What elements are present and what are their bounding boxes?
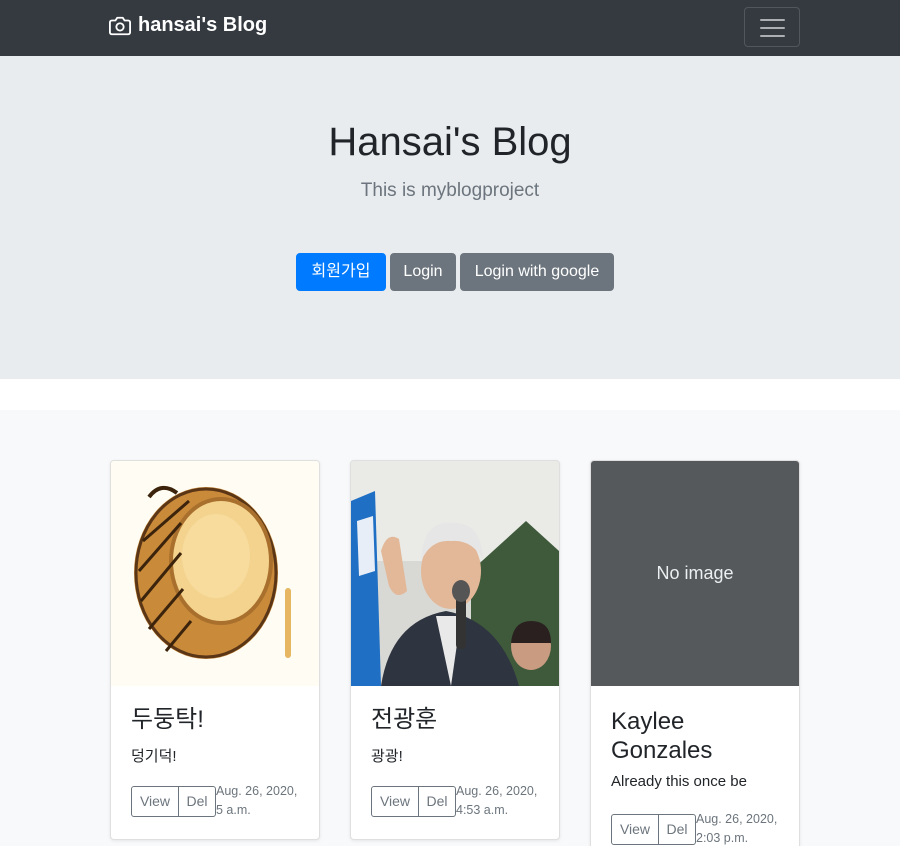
post-actions: View Del — [371, 786, 456, 817]
delete-button[interactable]: Del — [419, 786, 456, 817]
post-date: Aug. 26, 2020, 5 a.m. — [216, 782, 297, 820]
view-button[interactable]: View — [611, 814, 659, 845]
no-image-label: No image — [656, 563, 734, 583]
brand-link[interactable]: hansai's Blog — [109, 14, 267, 37]
delete-button[interactable]: Del — [659, 814, 696, 845]
post-actions: View Del — [131, 786, 216, 817]
post-title: Kaylee Gonzales — [611, 708, 713, 764]
post-date: Aug. 26, 2020, 4:53 a.m. — [456, 782, 537, 820]
post-date-line1: Aug. 26, 2020, — [216, 784, 298, 798]
post-date-line2: 4:53 a.m. — [456, 803, 509, 817]
posts-album: 두둥탁! 덩기덕! View Del Aug. 26, 2020, 5 a.m. — [0, 410, 900, 846]
login-google-button[interactable]: Login with google — [460, 253, 614, 291]
hero-section: Hansai's Blog This is myblogproject 회원가입… — [0, 56, 900, 379]
post-actions: View Del — [611, 814, 696, 845]
post-image — [351, 461, 559, 686]
post-date: Aug. 26, 2020, 2:03 p.m. — [696, 810, 777, 846]
hero-lead: This is myblogproject — [360, 180, 540, 201]
post-title: 두둥탁! — [131, 706, 204, 733]
post-card: No image Kaylee Gonzales Already this on… — [590, 460, 800, 846]
view-button[interactable]: View — [371, 786, 419, 817]
post-image-placeholder: No image — [591, 461, 799, 686]
post-date-line1: Aug. 26, 2020, — [696, 812, 778, 826]
post-text: 덩기덕! — [131, 748, 177, 765]
post-text: 광광! — [371, 748, 403, 765]
post-image — [111, 461, 319, 686]
signup-button[interactable]: 회원가입 — [296, 253, 386, 291]
post-card: 두둥탁! 덩기덕! View Del Aug. 26, 2020, 5 a.m. — [110, 460, 320, 840]
page-title: Hansai's Blog — [328, 120, 572, 164]
post-date-line1: Aug. 26, 2020, — [456, 784, 538, 798]
post-date-line2: 2:03 p.m. — [696, 831, 749, 845]
brand-text: hansai's Blog — [138, 14, 268, 36]
post-text: Already this once be — [611, 773, 747, 790]
post-date-line2: 5 a.m. — [216, 803, 251, 817]
delete-button[interactable]: Del — [179, 786, 216, 817]
post-title: 전광훈 — [371, 706, 438, 733]
navbar-toggle-button[interactable] — [744, 7, 800, 47]
login-button[interactable]: Login — [390, 253, 456, 291]
post-card: 전광훈 광광! View Del Aug. 26, 2020, 4:53 a.m… — [350, 460, 560, 840]
camera-icon — [109, 16, 131, 35]
view-button[interactable]: View — [131, 786, 179, 817]
navbar: hansai's Blog — [0, 0, 900, 56]
